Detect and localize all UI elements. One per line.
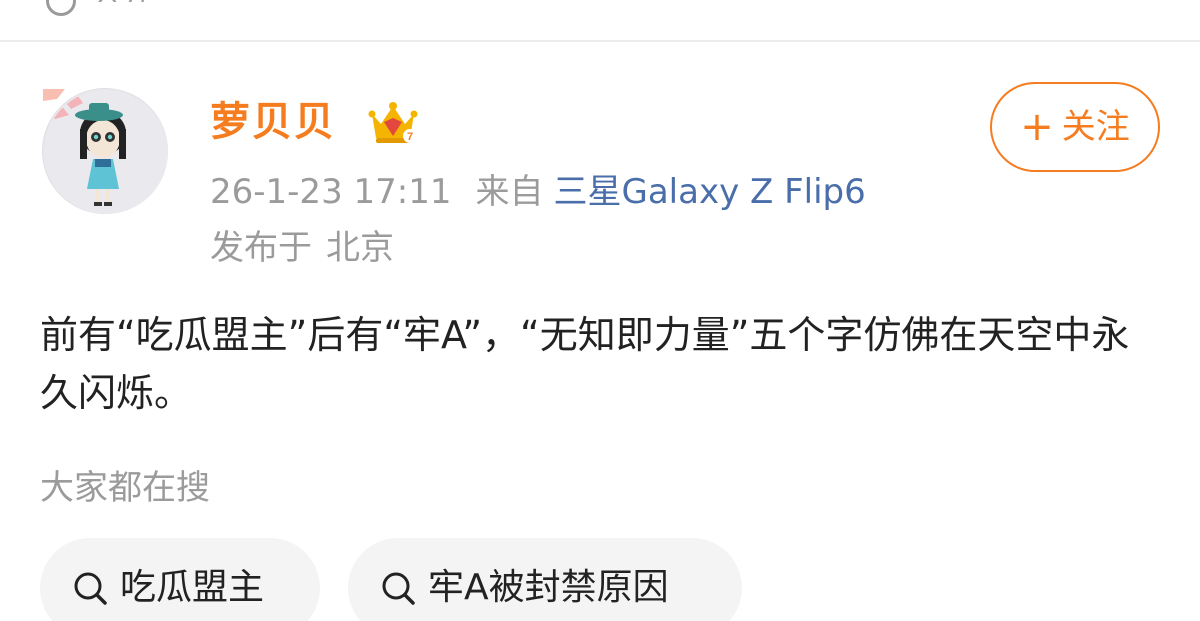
top-bar: 公开: [0, 0, 1200, 40]
top-bar-label[interactable]: 公开: [92, 0, 152, 2]
trending-title: 大家都在搜: [40, 468, 210, 508]
trending-chip-label: 吃瓜盟主: [120, 567, 265, 608]
post-meta: 26-1-23 17:11 来自 三星Galaxy Z Flip6: [210, 170, 866, 214]
divider: [0, 40, 1200, 42]
search-icon: [382, 572, 415, 605]
plus-icon: +: [1020, 104, 1054, 150]
device-link[interactable]: 三星Galaxy Z Flip6: [554, 172, 866, 212]
follow-label: 关注: [1061, 107, 1130, 147]
post-body-text: 前有“吃瓜盟主”后有“牢A”，“无知即力量”五个字仿佛在天空中永久闪烁。: [40, 313, 1130, 415]
badge-level: 7: [407, 131, 413, 143]
trending-chip[interactable]: 牢A被封禁原因: [348, 538, 742, 621]
post-location: 发布于 北京: [210, 226, 394, 270]
crown-icon[interactable]: 7: [368, 98, 418, 146]
author-name[interactable]: 萝贝贝: [210, 98, 336, 146]
follow-button[interactable]: + 关注: [990, 82, 1160, 172]
location-value: 北京: [326, 228, 394, 268]
post-page: 公开: [0, 0, 1200, 621]
avatar[interactable]: [42, 88, 168, 214]
share-icon[interactable]: [46, 0, 76, 16]
trending-chip[interactable]: 吃瓜盟主: [40, 538, 320, 621]
search-icon: [74, 572, 107, 605]
source-prefix: 来自: [475, 172, 544, 212]
trending-chip-label: 牢A被封禁原因: [428, 567, 669, 608]
cartoon-avatar-icon: [43, 89, 168, 214]
post-time: 26-1-23 17:11: [210, 172, 452, 212]
location-prefix: 发布于: [210, 228, 312, 268]
